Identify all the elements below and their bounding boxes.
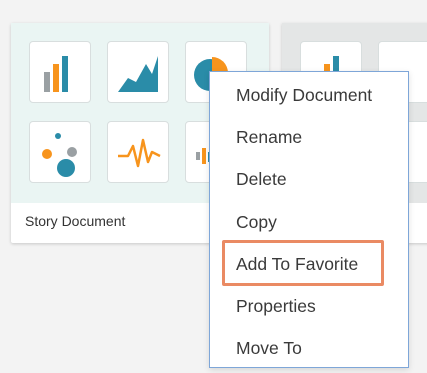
menu-item-properties[interactable]: Properties (236, 293, 316, 319)
menu-item-delete[interactable]: Delete (236, 166, 287, 192)
highlight-box (222, 240, 384, 286)
context-menu: Modify Document Rename Delete Copy Add T… (209, 71, 409, 368)
bubble-chart-icon (29, 121, 91, 183)
line-chart-icon (107, 121, 169, 183)
menu-item-move-to[interactable]: Move To (236, 335, 302, 361)
menu-item-copy[interactable]: Copy (236, 209, 277, 235)
menu-item-rename[interactable]: Rename (236, 124, 302, 150)
bar-chart-icon (29, 41, 91, 103)
area-chart-icon (107, 41, 169, 103)
card-title: Story Document (25, 213, 126, 229)
menu-item-modify-document[interactable]: Modify Document (236, 82, 372, 108)
